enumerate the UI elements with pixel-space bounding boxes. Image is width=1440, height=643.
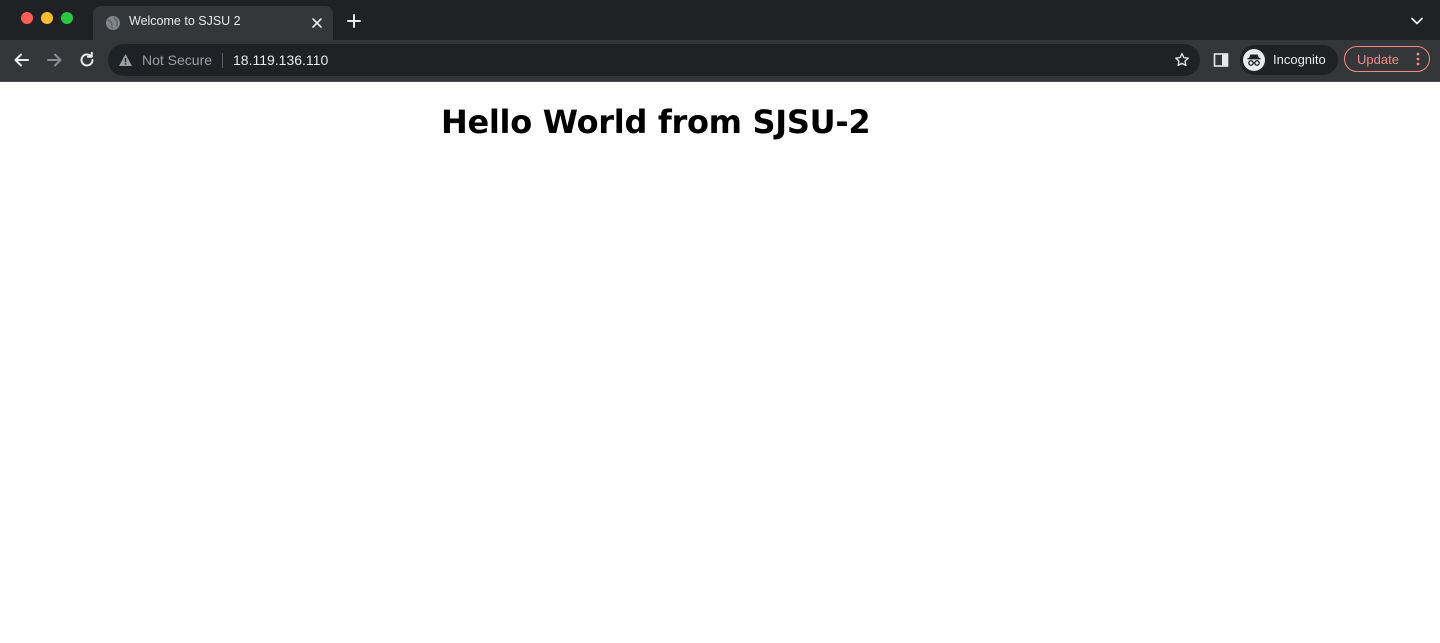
warning-icon[interactable] [118, 53, 133, 67]
chevron-down-icon[interactable] [1410, 14, 1424, 28]
window-close-button[interactable] [21, 12, 33, 24]
address-bar[interactable]: Not Secure 18.119.136.110 [108, 44, 1200, 76]
tab-active[interactable]: Welcome to SJSU 2 [93, 6, 333, 40]
profile-label: Incognito [1273, 52, 1326, 67]
star-icon[interactable] [1174, 52, 1190, 68]
update-button[interactable]: Update [1344, 46, 1430, 72]
more-vertical-icon[interactable] [1416, 52, 1420, 66]
close-icon[interactable] [309, 15, 325, 31]
page-viewport: Hello World from SJSU-2 [0, 82, 1440, 643]
arrow-right-icon[interactable] [44, 50, 64, 70]
browser-toolbar: Not Secure 18.119.136.110 Incognito Upda… [0, 40, 1440, 82]
globe-icon [106, 16, 120, 30]
window-maximize-button[interactable] [61, 12, 73, 24]
profile-button[interactable]: Incognito [1240, 45, 1338, 75]
tab-title: Welcome to SJSU 2 [129, 14, 241, 28]
url-text[interactable]: 18.119.136.110 [233, 52, 328, 68]
page-heading: Hello World from SJSU-2 [441, 103, 871, 141]
arrow-left-icon[interactable] [12, 50, 32, 70]
omnibox-separator [222, 53, 223, 68]
window-minimize-button[interactable] [41, 12, 53, 24]
reload-icon[interactable] [77, 50, 97, 70]
plus-icon[interactable] [345, 12, 363, 30]
tab-strip: Welcome to SJSU 2 [0, 0, 1440, 40]
security-status[interactable]: Not Secure [142, 52, 212, 68]
incognito-icon [1243, 49, 1265, 71]
update-label: Update [1357, 52, 1399, 67]
side-panel-icon[interactable] [1213, 52, 1229, 68]
browser-window: Welcome to SJSU 2 Not Secure 18.119.136.… [0, 0, 1440, 643]
